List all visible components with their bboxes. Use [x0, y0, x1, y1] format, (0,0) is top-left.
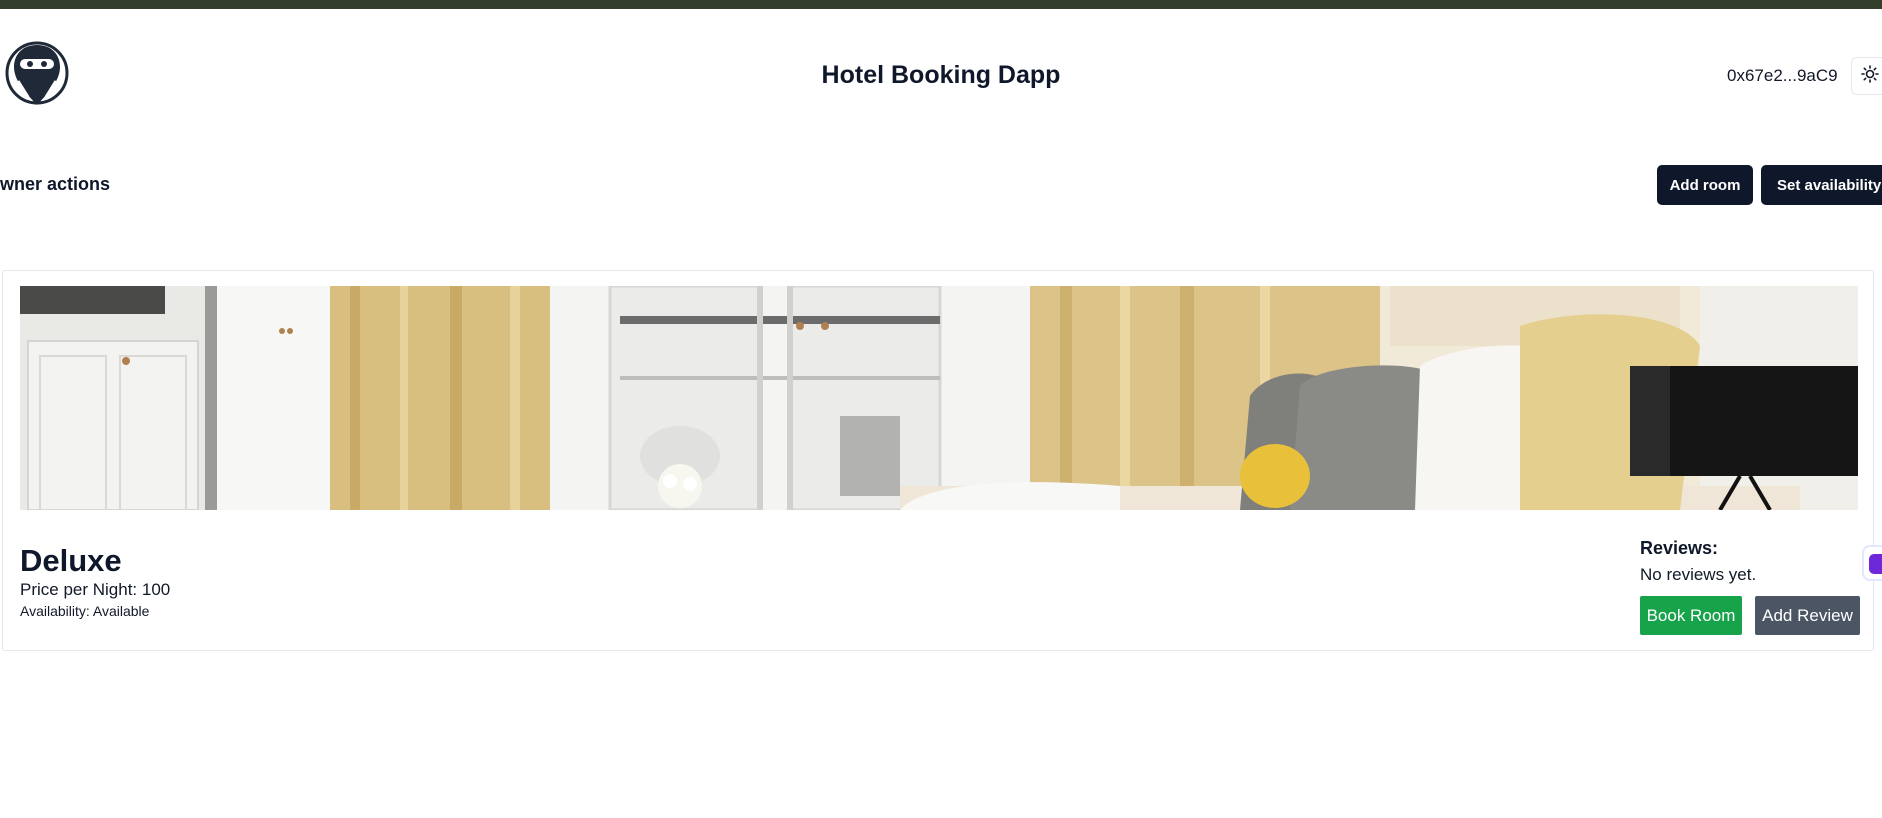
reviews-empty-text: No reviews yet. — [1640, 565, 1757, 584]
add-review-button[interactable]: Add Review — [1755, 596, 1860, 635]
app-header: Hotel Booking Dapp 0x67e2...9aC9 — [0, 9, 1882, 125]
room-availability: Availability: Available — [20, 603, 150, 619]
room-card: Deluxe Price per Night: 100 Availability… — [2, 270, 1874, 651]
book-room-button[interactable]: Book Room — [1640, 596, 1742, 635]
room-name: Deluxe — [20, 543, 122, 578]
room-image — [20, 286, 1858, 510]
sun-icon — [1861, 64, 1879, 88]
floating-widget-tab[interactable] — [1862, 545, 1882, 581]
reviews-heading: Reviews: — [1640, 538, 1719, 558]
owner-actions-heading: wner actions — [0, 174, 111, 194]
add-room-button[interactable]: Add room — [1657, 165, 1753, 205]
theme-toggle-button[interactable] — [1851, 57, 1882, 95]
set-availability-button[interactable]: Set availability — [1761, 165, 1882, 205]
widget-icon — [1869, 554, 1882, 574]
top-color-strip — [0, 0, 1882, 9]
wallet-address[interactable]: 0x67e2...9aC9 — [1727, 66, 1838, 86]
room-price: Price per Night: 100 — [20, 580, 171, 599]
page-title: Hotel Booking Dapp — [821, 61, 1061, 89]
